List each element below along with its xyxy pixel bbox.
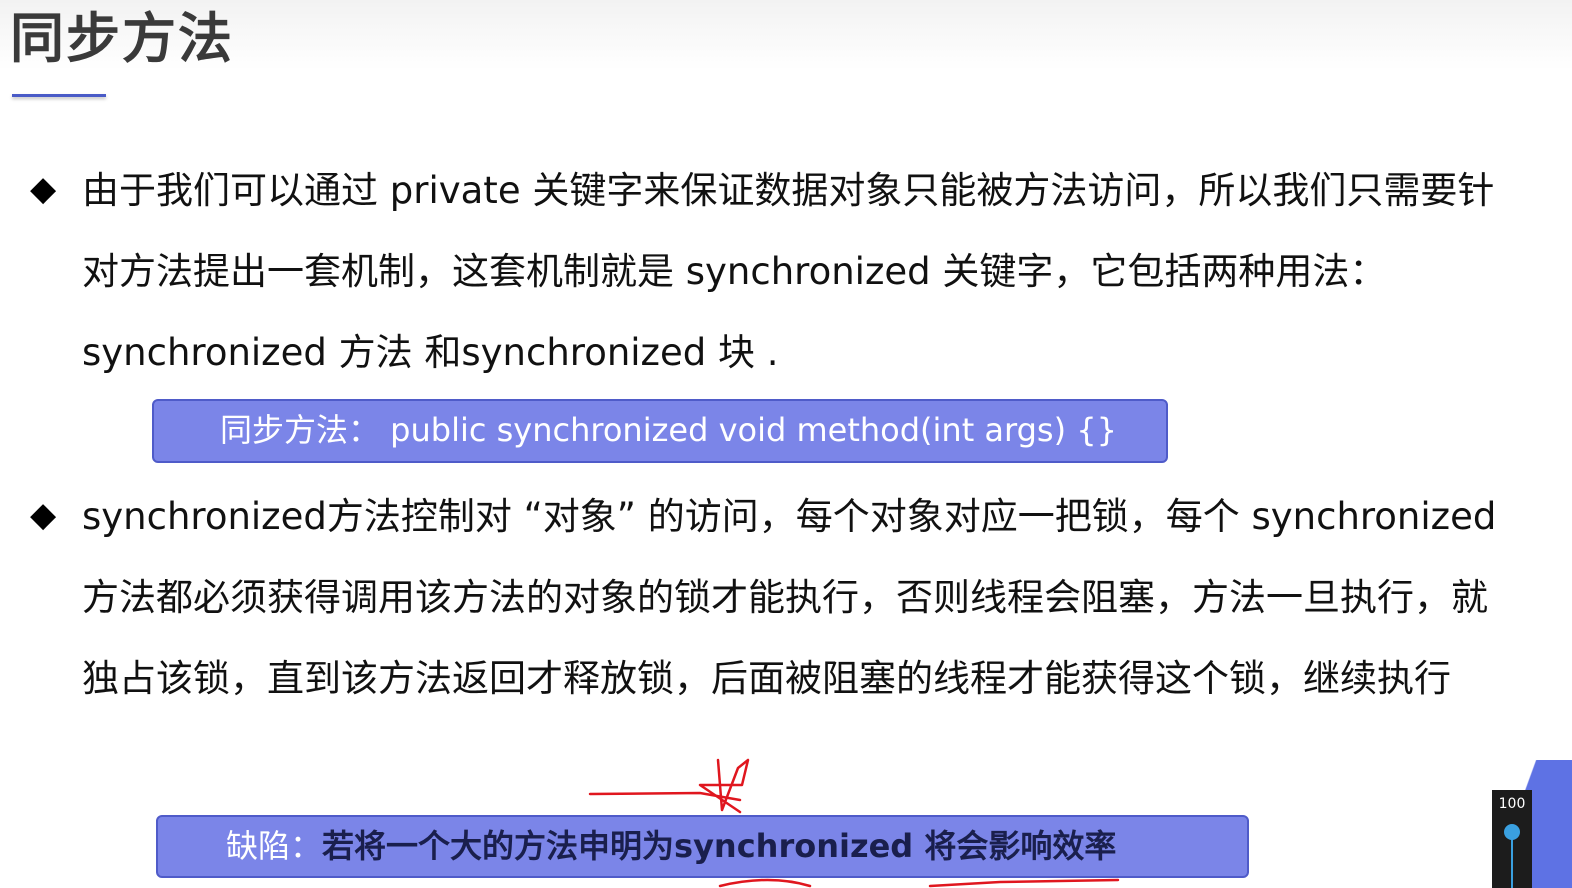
zoom-value: 100 [1498, 796, 1526, 812]
bullet-paragraph-object-lock: synchronized方法控制对 “对象” 的访问，每个对象对应一把锁，每个 … [82, 495, 1497, 700]
title-underline [12, 94, 106, 97]
defect-box: 缺陷：若将一个大的方法申明为synchronized 将会影响效率 [156, 815, 1249, 878]
bullet-paragraph-synchronized-keyword: 由于我们可以通过 private 关键字来保证数据对象只能被方法访问，所以我们只… [82, 169, 1495, 374]
title-band [0, 0, 1572, 70]
diamond-bullet-icon: ◆ [30, 169, 57, 209]
diamond-bullet-icon: ◆ [30, 495, 57, 535]
annotation-arc-right [928, 878, 1120, 888]
slider-thumb-icon[interactable] [1504, 824, 1520, 840]
annotation-stroke-line [588, 791, 742, 802]
slide-title: 同步方法 [10, 7, 234, 70]
defect-label: 缺陷： [226, 827, 323, 865]
annotation-arc-left [718, 878, 812, 888]
defect-text: 若将一个大的方法申明为synchronized 将会影响效率 [322, 827, 1117, 865]
code-example-box: 同步方法： public synchronized void method(in… [152, 399, 1168, 463]
code-example-text: 同步方法： public synchronized void method(in… [220, 411, 1117, 449]
zoom-slider[interactable]: 100 [1492, 790, 1532, 888]
annotation-star-mark [698, 758, 750, 814]
